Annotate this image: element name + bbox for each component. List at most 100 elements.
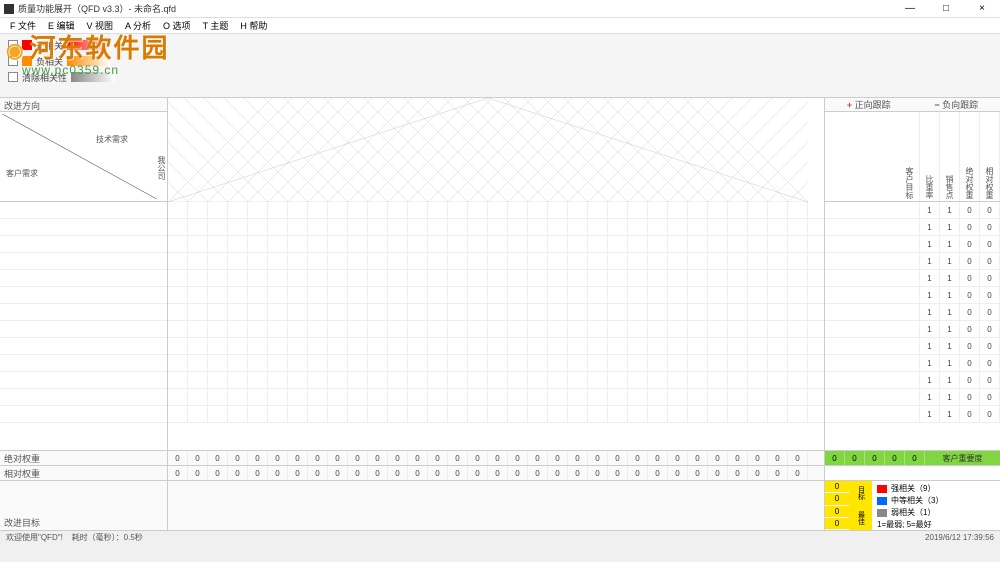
right-data-cell: 0 — [960, 270, 980, 286]
right-data-cell: 1 — [920, 355, 940, 371]
sum-cell: 0 — [408, 466, 428, 480]
row-label[interactable] — [0, 338, 167, 355]
sum-cell: 0 — [308, 451, 328, 465]
right-data-row[interactable]: 1100 — [825, 321, 1000, 338]
sum-cell: 0 — [668, 451, 688, 465]
right-data-row[interactable]: 1100 — [825, 287, 1000, 304]
right-data-row[interactable]: 1100 — [825, 253, 1000, 270]
right-data-cell: 1 — [940, 287, 960, 303]
matrix-row[interactable] — [168, 253, 824, 270]
menu-view[interactable]: V 视图 — [81, 19, 120, 32]
row-label[interactable] — [0, 389, 167, 406]
row-label[interactable] — [0, 219, 167, 236]
sum-cell: 0 — [788, 466, 808, 480]
menu-help[interactable]: H 帮助 — [234, 19, 273, 32]
minimize-button[interactable]: — — [896, 1, 924, 17]
matrix-row[interactable] — [168, 406, 824, 423]
matrix-row[interactable] — [168, 236, 824, 253]
row-label[interactable] — [0, 202, 167, 219]
right-data-cell: 0 — [980, 304, 1000, 320]
matrix-row[interactable] — [168, 287, 824, 304]
legend-gray-swatch — [877, 509, 887, 517]
matrix-row[interactable] — [168, 202, 824, 219]
main-area: 改进方向 技术需求 客户需求 我公司 绝对权重 相对权重 改进目标 000000… — [0, 98, 1000, 530]
sum-cell: 0 — [788, 451, 808, 465]
right-data-cell: 1 — [920, 253, 940, 269]
right-data-row[interactable]: 1100 — [825, 202, 1000, 219]
sum-cell: 0 — [168, 466, 188, 480]
legend-scale: 1=最弱; 5=最好 — [877, 519, 996, 530]
sum-cell: 0 — [368, 451, 388, 465]
plus-icon: + — [847, 100, 852, 110]
right-data-row[interactable]: 1100 — [825, 372, 1000, 389]
right-data-row[interactable]: 1100 — [825, 338, 1000, 355]
menu-edit[interactable]: E 编辑 — [42, 19, 81, 32]
close-button[interactable]: × — [968, 1, 996, 17]
matrix-row[interactable] — [168, 270, 824, 287]
correlation-roof[interactable] — [168, 98, 824, 202]
right-data-cell: 0 — [980, 287, 1000, 303]
matrix-row[interactable] — [168, 304, 824, 321]
right-data-row[interactable]: 1100 — [825, 389, 1000, 406]
matrix-row[interactable] — [168, 372, 824, 389]
matrix-row[interactable] — [168, 338, 824, 355]
right-data-cell: 0 — [960, 321, 980, 337]
clear-corr-checkbox[interactable] — [8, 72, 18, 82]
axis-diagram: 技术需求 客户需求 我公司 — [0, 112, 167, 202]
pos-corr-checkbox[interactable] — [8, 40, 18, 50]
statusbar: 欢迎使用"QFD"! 耗时（毫秒）：0.5秒 2019/6/12 17:39:5… — [0, 530, 1000, 544]
sum-cell: 0 — [648, 466, 668, 480]
matrix-row[interactable] — [168, 321, 824, 338]
row-label[interactable] — [0, 355, 167, 372]
yellow-cell: 0 — [825, 506, 849, 518]
matrix-row[interactable] — [168, 389, 824, 406]
tool-pos-corr-row: 正相关 — [8, 38, 992, 52]
matrix-row[interactable] — [168, 355, 824, 372]
right-data-cell: 0 — [960, 406, 980, 422]
menu-analysis[interactable]: A 分析 — [119, 19, 157, 32]
sum-cell: 0 — [288, 466, 308, 480]
customer-importance-row: 00000 客户重要度 — [825, 450, 1000, 465]
right-data-cell: 1 — [940, 236, 960, 252]
sum-cell: 0 — [508, 466, 528, 480]
ci-cell: 0 — [865, 451, 885, 465]
sum-cell: 0 — [188, 466, 208, 480]
row-label[interactable] — [0, 304, 167, 321]
sum-cell: 0 — [608, 466, 628, 480]
ci-cell: 0 — [825, 451, 845, 465]
right-data-row[interactable]: 1100 — [825, 406, 1000, 423]
right-panel: + 正向跟踪 − 负向跟踪 客户目标 比重率 销售点 绝对权重 相对权重 110… — [824, 98, 1000, 530]
row-label[interactable] — [0, 287, 167, 304]
cust-req-label: 客户需求 — [6, 168, 38, 179]
row-label[interactable] — [0, 253, 167, 270]
sum-cell: 0 — [248, 466, 268, 480]
menu-file[interactable]: F 文件 — [4, 19, 42, 32]
right-data-cell: 0 — [960, 236, 980, 252]
sum-cell: 0 — [268, 451, 288, 465]
row-label[interactable] — [0, 236, 167, 253]
sum-cell: 0 — [228, 451, 248, 465]
sum-cell: 0 — [428, 451, 448, 465]
relationship-matrix[interactable] — [168, 202, 824, 450]
right-data-cell: 1 — [940, 304, 960, 320]
sum-cell: 0 — [548, 451, 568, 465]
right-data-cell: 0 — [980, 253, 1000, 269]
right-data-cell: 1 — [920, 406, 940, 422]
right-data-row[interactable]: 1100 — [825, 236, 1000, 253]
right-data-row[interactable]: 1100 — [825, 219, 1000, 236]
right-data-row[interactable]: 1100 — [825, 270, 1000, 287]
maximize-button[interactable]: □ — [932, 1, 960, 17]
row-label[interactable] — [0, 372, 167, 389]
row-label[interactable] — [0, 270, 167, 287]
ci-cell: 0 — [845, 451, 865, 465]
right-data-row[interactable]: 1100 — [825, 304, 1000, 321]
menu-options[interactable]: O 选项 — [157, 19, 197, 32]
right-data-row[interactable]: 1100 — [825, 355, 1000, 372]
row-label[interactable] — [0, 406, 167, 423]
neg-corr-checkbox[interactable] — [8, 56, 18, 66]
matrix-row[interactable] — [168, 219, 824, 236]
row-label[interactable] — [0, 321, 167, 338]
bottom-sums: 00000000000000000000000000000000 0000000… — [168, 450, 824, 530]
legend-medium: 中等相关（3） — [877, 495, 996, 506]
menu-theme[interactable]: T 主题 — [197, 19, 235, 32]
